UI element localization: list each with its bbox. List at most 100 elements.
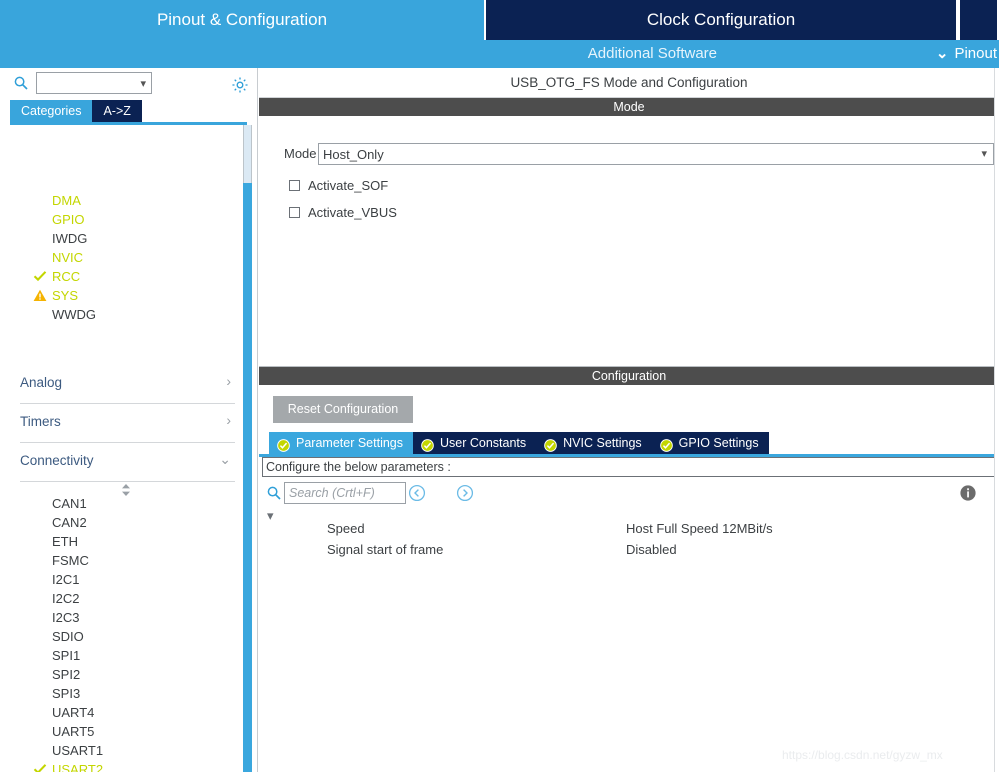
gear-icon[interactable] xyxy=(231,76,249,94)
parameter-value: Host Full Speed 12MBit/s xyxy=(626,521,773,536)
tab-clock-configuration[interactable]: Clock Configuration xyxy=(484,0,958,40)
peripheral-label: ETH xyxy=(52,534,78,549)
tab-a-to-z[interactable]: A->Z xyxy=(92,100,142,122)
list-item[interactable]: SPI2 xyxy=(0,665,243,684)
sidebar-group-timers[interactable]: Timers › xyxy=(20,404,235,443)
peripheral-label: CAN2 xyxy=(52,515,87,530)
parameter-name: Speed xyxy=(327,521,365,536)
mode-section-header: Mode xyxy=(259,98,999,116)
checkbox-box[interactable] xyxy=(289,180,300,191)
list-item[interactable]: SPI3 xyxy=(0,684,243,703)
parameter-search-input[interactable]: Search (Crtl+F) xyxy=(284,482,406,504)
tab-label: GPIO Settings xyxy=(678,436,759,450)
chevron-down-icon: ▾ xyxy=(981,148,987,160)
main-tab-bar: Pinout & Configuration Clock Configurati… xyxy=(0,0,999,40)
list-item[interactable]: USART2 xyxy=(0,760,243,772)
chevron-down-icon: ⌄ xyxy=(935,45,949,62)
tab-label: NVIC Settings xyxy=(563,436,642,450)
check-icon xyxy=(33,267,49,286)
list-item[interactable]: CAN2 xyxy=(0,513,243,532)
tab-user-constants[interactable]: User Constants xyxy=(413,432,537,454)
table-row[interactable]: Speed Host Full Speed 12MBit/s xyxy=(259,518,999,539)
peripheral-label: USART1 xyxy=(52,743,104,758)
parameter-table: Speed Host Full Speed 12MBit/s Signal st… xyxy=(259,518,999,560)
peripheral-label: SPI3 xyxy=(52,686,81,701)
page-title: USB_OTG_FS Mode and Configuration xyxy=(259,68,999,98)
group-label: Timers xyxy=(20,414,61,429)
pinout-menu-button[interactable]: ⌄ Pinout xyxy=(936,40,999,68)
peripheral-label: SPI1 xyxy=(52,648,81,663)
list-item[interactable]: FSMC xyxy=(0,551,243,570)
tab-gpio-settings[interactable]: GPIO Settings xyxy=(651,432,769,454)
sidebar-search-row: ▾ xyxy=(0,68,258,100)
list-item[interactable]: USART1 xyxy=(0,741,243,760)
stm32cubemx-window: Pinout & Configuration Clock Configurati… xyxy=(0,0,999,772)
peripheral-label: GPIO xyxy=(52,212,85,227)
list-item[interactable]: WWDG xyxy=(0,305,243,324)
sidebar-group-connectivity[interactable]: Connectivity ⌄ xyxy=(20,443,235,482)
configuration-section: Configuration Reset Configuration Parame… xyxy=(259,366,999,772)
peripheral-label: UART5 xyxy=(52,724,95,739)
peripheral-label: I2C2 xyxy=(52,591,80,606)
list-item[interactable]: DMA xyxy=(0,191,243,210)
reset-configuration-button[interactable]: Reset Configuration xyxy=(273,396,413,423)
list-item[interactable]: I2C3 xyxy=(0,608,243,627)
sidebar-search-combo[interactable]: ▾ xyxy=(36,72,152,94)
tab-pinout-configuration[interactable]: Pinout & Configuration xyxy=(0,0,484,40)
check-circle-icon xyxy=(277,437,290,452)
list-item[interactable]: I2C1 xyxy=(0,570,243,589)
connectivity-peripheral-group: CAN1 CAN2 ETH FSMC I2C1 I2C2 I2C3 SDIO S… xyxy=(0,494,243,772)
list-item[interactable]: GPIO xyxy=(0,210,243,229)
tab-label: Parameter Settings xyxy=(296,436,403,450)
list-item[interactable]: CAN1 xyxy=(0,494,243,513)
list-item[interactable]: UART4 xyxy=(0,703,243,722)
chevron-left-circle-icon[interactable] xyxy=(408,484,426,502)
chevron-right-icon: › xyxy=(226,373,231,389)
list-item[interactable]: NVIC xyxy=(0,248,243,267)
list-item[interactable]: SYS xyxy=(0,286,243,305)
parameter-value: Disabled xyxy=(626,542,677,557)
mode-select[interactable]: Host_Only ▾ xyxy=(318,143,994,165)
sidebar-scrollbar-thumb[interactable] xyxy=(243,183,252,772)
peripheral-label: DMA xyxy=(52,193,81,208)
pinout-menu-label: Pinout xyxy=(954,45,997,62)
list-item[interactable]: I2C2 xyxy=(0,589,243,608)
watermark: https://blog.csdn.net/gyzw_mx xyxy=(782,748,943,762)
configuration-tab-bar: Parameter Settings User Constants NVIC S… xyxy=(269,432,769,454)
checkbox-label: Activate_VBUS xyxy=(308,205,397,220)
tab-categories[interactable]: Categories xyxy=(10,100,93,122)
table-row[interactable]: Signal start of frame Disabled xyxy=(259,539,999,560)
parameter-search-row: Search (Crtl+F) xyxy=(259,478,999,508)
mode-select-value: Host_Only xyxy=(323,147,384,162)
list-item[interactable]: IWDG xyxy=(0,229,243,248)
parameter-name: Signal start of frame xyxy=(327,542,444,557)
mode-label: Mode xyxy=(284,146,317,161)
check-circle-icon xyxy=(421,437,434,452)
list-item[interactable]: SDIO xyxy=(0,627,243,646)
mode-section-body: Mode Host_Only ▾ Activate_SOF Activate_V… xyxy=(259,116,999,366)
peripheral-label: IWDG xyxy=(52,231,88,246)
tab-project-manager[interactable] xyxy=(958,0,999,40)
list-item[interactable]: SPI1 xyxy=(0,646,243,665)
secondary-header-bar: Additional Software ⌄ Pinout xyxy=(0,40,999,68)
info-icon[interactable] xyxy=(959,484,977,502)
checkbox-box[interactable] xyxy=(289,207,300,218)
sidebar-group-analog[interactable]: Analog › xyxy=(20,365,235,404)
chevron-right-icon: › xyxy=(226,412,231,428)
system-peripheral-group: DMA GPIO IWDG NVIC RCC SYS WWDG xyxy=(0,191,243,324)
configure-note-text: Configure the below parameters : xyxy=(266,460,451,474)
additional-software-button[interactable]: Additional Software xyxy=(588,40,717,68)
peripheral-label: SYS xyxy=(52,288,79,303)
checkbox-label: Activate_SOF xyxy=(308,178,389,193)
list-item[interactable]: ETH xyxy=(0,532,243,551)
tab-nvic-settings[interactable]: NVIC Settings xyxy=(536,432,652,454)
list-item[interactable]: UART5 xyxy=(0,722,243,741)
list-item[interactable]: RCC xyxy=(0,267,243,286)
chevron-right-circle-icon[interactable] xyxy=(456,484,474,502)
parameter-search-placeholder: Search (Crtl+F) xyxy=(289,486,375,500)
group-label: Connectivity xyxy=(20,453,94,468)
tab-parameter-settings[interactable]: Parameter Settings xyxy=(269,432,413,454)
group-label: Analog xyxy=(20,375,63,390)
configure-note-box: Configure the below parameters : xyxy=(262,457,995,477)
peripheral-label: NVIC xyxy=(52,250,84,265)
